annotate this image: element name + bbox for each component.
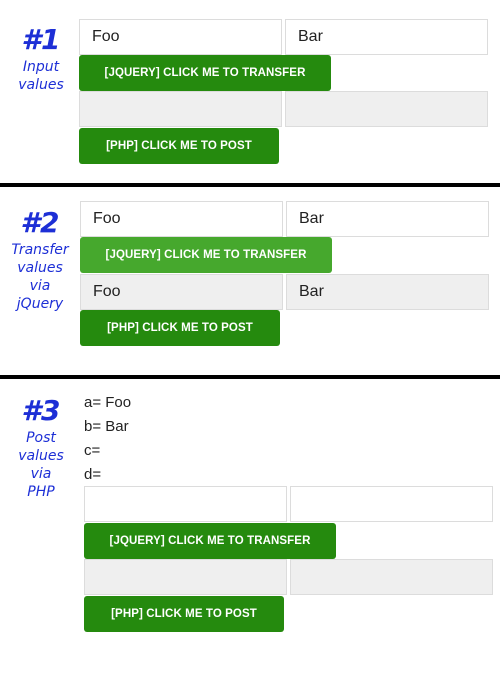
input-a[interactable]	[79, 19, 282, 55]
input-d[interactable]	[290, 559, 493, 595]
section-transfer-values: #2 Transfer values via jQuery [JQUERY] C…	[0, 187, 500, 375]
post-output: a= Foo b= Bar c= d=	[84, 391, 131, 487]
section-2-caption-line: via	[29, 278, 51, 294]
section-1-caption-line: values	[18, 77, 64, 93]
php-post-button[interactable]: [PHP] CLICK ME TO POST	[84, 596, 284, 632]
input-c[interactable]	[79, 91, 282, 127]
section-1-caption-line: Input	[22, 59, 60, 75]
post-output-line: d=	[84, 466, 102, 483]
input-c[interactable]	[80, 274, 283, 310]
section-1-label: #1 Input values	[12, 26, 70, 94]
section-3-caption-line: PHP	[27, 484, 55, 500]
input-d[interactable]	[286, 274, 489, 310]
input-d[interactable]	[285, 91, 488, 127]
section-3-caption-line: via	[30, 466, 52, 482]
section-3-label: #3 Post values via PHP	[12, 397, 70, 501]
post-output-line: b= Bar	[84, 418, 129, 435]
input-b[interactable]	[285, 19, 488, 55]
input-c[interactable]	[84, 559, 287, 595]
section-2-label: #2 Transfer values via jQuery	[5, 209, 75, 313]
section-2-number: #2	[20, 206, 60, 239]
input-a[interactable]	[84, 486, 287, 522]
section-2-caption-line: jQuery	[16, 296, 64, 312]
jquery-transfer-button[interactable]: [JQUERY] CLICK ME TO TRANSFER	[79, 55, 331, 91]
jquery-transfer-button[interactable]: [JQUERY] CLICK ME TO TRANSFER	[84, 523, 336, 559]
post-output-line: c=	[84, 442, 101, 459]
section-2-caption-line: Transfer	[11, 242, 69, 258]
input-b[interactable]	[290, 486, 493, 522]
section-input-values: #1 Input values [JQUERY] CLICK ME TO TRA…	[0, 0, 500, 183]
post-output-line: a= Foo	[84, 394, 132, 411]
input-a[interactable]	[80, 201, 283, 237]
jquery-transfer-button[interactable]: [JQUERY] CLICK ME TO TRANSFER	[80, 237, 332, 273]
section-post-values: #3 Post values via PHP a= Foo b= Bar c= …	[0, 379, 500, 700]
section-3-number: #3	[21, 394, 61, 427]
section-3-caption-line: values	[18, 448, 64, 464]
input-b[interactable]	[286, 201, 489, 237]
php-post-button[interactable]: [PHP] CLICK ME TO POST	[80, 310, 280, 346]
section-1-number: #1	[21, 23, 61, 56]
php-post-button[interactable]: [PHP] CLICK ME TO POST	[79, 128, 279, 164]
section-2-caption-line: values	[17, 260, 63, 276]
section-3-caption-line: Post	[26, 430, 56, 446]
